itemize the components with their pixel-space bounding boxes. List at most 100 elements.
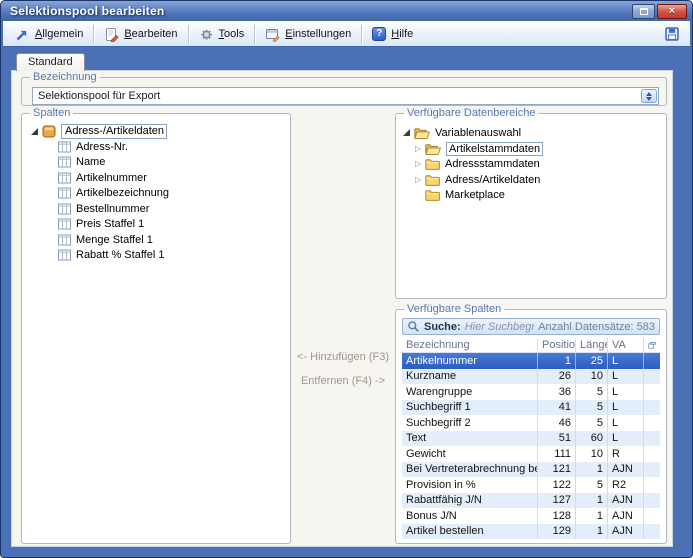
table-row[interactable]: Bonus J/N1281AJN: [402, 508, 660, 524]
tree-item-label: Menge Staffel 1: [76, 234, 153, 246]
table-cell: Rabattfähig J/N: [402, 493, 538, 509]
column-header-laenge[interactable]: Länge: [576, 338, 608, 352]
search-bar[interactable]: Suche: Hier Suchbegriff einge Anzahl Dat…: [402, 318, 660, 335]
table-cell: 5: [576, 415, 608, 431]
group-spalten: Spalten Adress-/Artikeldaten Adress-Nr.N…: [21, 113, 291, 544]
tree-item-label: Bestellnummer: [76, 203, 149, 215]
table-cell: Bonus J/N: [402, 508, 538, 524]
table-row[interactable]: Artikelnummer125L: [402, 353, 660, 369]
column-header-bezeichnung[interactable]: Bezeichnung: [402, 338, 538, 352]
table-cell: [644, 508, 660, 524]
bezeichnung-value: Selektionspool für Export: [38, 90, 641, 102]
toolbar-item-hilfe[interactable]: ? Hilfe: [363, 23, 422, 45]
spalten-tree: Adress-/Artikeldaten Adress-Nr.NameArtik…: [22, 114, 290, 543]
expander-expanded-icon[interactable]: [31, 128, 38, 135]
table-cell: Suchbegriff 1: [402, 400, 538, 416]
spalten-tree-item[interactable]: Rabatt % Staffel 1: [22, 248, 290, 264]
maximize-icon: [640, 8, 648, 15]
spalten-tree-item[interactable]: Artikelbezeichnung: [22, 186, 290, 202]
datenbereiche-tree-item[interactable]: ▷ Adress/Artikeldaten: [396, 172, 666, 188]
table-row[interactable]: Text5160L: [402, 431, 660, 447]
table-cell: L: [608, 400, 644, 416]
tree-item-label: Adress/Artikeldaten: [445, 174, 540, 186]
table-cell: Bei Vertreterabrechnung berücksichtige: [402, 462, 538, 478]
table-row[interactable]: Suchbegriff 1415L: [402, 400, 660, 416]
spalten-tree-item[interactable]: Bestellnummer: [22, 201, 290, 217]
dialog-window: Selektionspool bearbeiten × Allgemein: [0, 0, 693, 558]
spalten-tree-item[interactable]: Adress-Nr.: [22, 139, 290, 155]
tab-label: Standard: [28, 56, 73, 68]
expander-collapsed-icon[interactable]: ▷: [415, 159, 425, 169]
table-columns-icon: [58, 218, 71, 230]
datenbereiche-tree-item[interactable]: ▷Artikelstammdaten: [396, 141, 666, 157]
save-button[interactable]: [657, 23, 687, 45]
expander-collapsed-icon[interactable]: ▷: [415, 175, 425, 185]
table-columns-icon: [58, 203, 71, 215]
content-panel: Bezeichnung Selektionspool für Export Sp…: [11, 70, 673, 547]
search-input[interactable]: Hier Suchbegriff einge: [465, 321, 535, 333]
group-bezeichnung-label: Bezeichnung: [30, 71, 100, 84]
spalten-root-editbox[interactable]: Adress-/Artikeldaten: [61, 124, 167, 139]
datenbereiche-tree-item[interactable]: ▷ Adressstammdaten: [396, 157, 666, 173]
add-button[interactable]: <- Hinzufügen (F3): [291, 351, 395, 363]
table-cell: L: [608, 384, 644, 400]
spalten-root-node[interactable]: Adress-/Artikeldaten: [22, 114, 290, 139]
table-columns-icon: [58, 172, 71, 184]
column-header-extra: [644, 338, 660, 352]
table-cell: AJN: [608, 524, 644, 540]
table-row[interactable]: Rabattfähig J/N1271AJN: [402, 493, 660, 509]
table-cell: [644, 431, 660, 447]
table-cell: 127: [538, 493, 576, 509]
column-chooser-icon[interactable]: [648, 340, 656, 351]
spalten-tree-item[interactable]: Preis Staffel 1: [22, 217, 290, 233]
toolbar-item-tools[interactable]: Tools: [190, 23, 254, 45]
record-count: Anzahl Datensätze: 583: [538, 321, 655, 333]
table-cell: Kurzname: [402, 369, 538, 385]
expander-expanded-icon[interactable]: [403, 129, 410, 136]
spalten-tree-item[interactable]: Name: [22, 155, 290, 171]
table-row[interactable]: Artikel bestellen1291AJN: [402, 524, 660, 540]
table-row[interactable]: Bei Vertreterabrechnung berücksichtige12…: [402, 462, 660, 478]
close-button[interactable]: ×: [657, 4, 687, 19]
toolbar: Allgemein Bearbeiten Tools: [3, 21, 690, 47]
maximize-button[interactable]: [632, 4, 655, 19]
table-cell: Artikel bestellen: [402, 524, 538, 540]
column-header-position[interactable]: Position: [538, 338, 576, 352]
toolbar-separator: [361, 25, 362, 44]
table-row[interactable]: Kurzname2610L: [402, 369, 660, 385]
table-row[interactable]: Warengruppe365L: [402, 384, 660, 400]
bezeichnung-combobox[interactable]: Selektionspool für Export: [32, 87, 659, 105]
table-cell: [644, 446, 660, 462]
remove-button[interactable]: Entfernen (F4) ->: [291, 375, 395, 387]
tree-item-label: Marketplace: [445, 189, 505, 201]
grid-body: Artikelnummer125LKurzname2610LWarengrupp…: [402, 353, 660, 539]
table-cell: L: [608, 369, 644, 385]
tree-item-label: Artikelnummer: [76, 172, 147, 184]
datenbereiche-tree-item[interactable]: Marketplace: [396, 188, 666, 204]
titlebar: Selektionspool bearbeiten ×: [1, 1, 692, 21]
table-cell: [644, 524, 660, 540]
combobox-spinner-button[interactable]: [641, 89, 657, 103]
table-cell: [644, 462, 660, 478]
spalten-tree-item[interactable]: Artikelnummer: [22, 170, 290, 186]
tree-item-label: Adressstammdaten: [445, 158, 540, 170]
column-header-va[interactable]: VA: [608, 338, 644, 352]
toolbar-separator: [93, 25, 94, 44]
table-row[interactable]: Gewicht11110R: [402, 446, 660, 462]
toolbar-item-einstellungen[interactable]: Einstellungen: [256, 23, 360, 45]
table-cell: 121: [538, 462, 576, 478]
table-row[interactable]: Provision in %1225R2: [402, 477, 660, 493]
spalten-tree-item[interactable]: Menge Staffel 1: [22, 232, 290, 248]
table-cell: 5: [576, 477, 608, 493]
tab-standard[interactable]: Standard: [16, 53, 85, 71]
expander-collapsed-icon[interactable]: ▷: [415, 144, 425, 154]
toolbar-item-allgemein[interactable]: Allgemein: [6, 23, 92, 45]
table-cell: R2: [608, 477, 644, 493]
datenbereiche-root-node[interactable]: Variablenauswahl: [396, 114, 666, 141]
folder-open-icon: [425, 143, 441, 155]
edit-page-icon: [104, 27, 119, 42]
grid-header: Bezeichnung Position Länge VA: [402, 338, 660, 353]
table-cell: R: [608, 446, 644, 462]
table-row[interactable]: Suchbegriff 2465L: [402, 415, 660, 431]
toolbar-item-bearbeiten[interactable]: Bearbeiten: [95, 23, 186, 45]
